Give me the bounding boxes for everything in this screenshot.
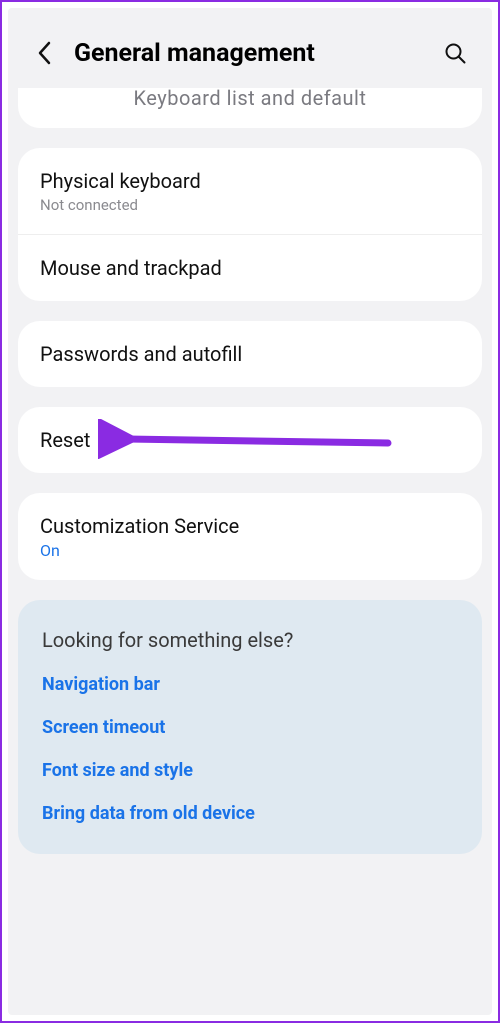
row-keyboard-list-default[interactable]: Keyboard list and default [18, 88, 482, 128]
card-passwords: Passwords and autofill [18, 321, 482, 387]
search-icon [443, 41, 467, 65]
link-bring-data[interactable]: Bring data from old device [42, 803, 458, 824]
row-title: Mouse and trackpad [40, 255, 460, 281]
screen: General management Keyboard list and def… [8, 8, 492, 1015]
row-subtitle: On [40, 541, 460, 560]
card-reset: Reset [18, 407, 482, 473]
link-navigation-bar[interactable]: Navigation bar [42, 674, 458, 695]
header-bar: General management [8, 8, 492, 78]
back-button[interactable] [28, 36, 62, 70]
row-passwords-autofill[interactable]: Passwords and autofill [18, 321, 482, 387]
card-keyboard-list: Keyboard list and default [18, 88, 482, 128]
row-title: Customization Service [40, 513, 460, 539]
chevron-left-icon [37, 41, 53, 65]
row-customization-service[interactable]: Customization Service On [18, 493, 482, 580]
content: Keyboard list and default Physical keybo… [8, 88, 492, 854]
row-title: Physical keyboard [40, 168, 460, 194]
page-title: General management [74, 39, 438, 68]
row-title: Passwords and autofill [40, 341, 460, 367]
card-looking-for: Looking for something else? Navigation b… [18, 600, 482, 854]
card-customization: Customization Service On [18, 493, 482, 580]
row-mouse-trackpad[interactable]: Mouse and trackpad [18, 234, 482, 301]
row-reset[interactable]: Reset [18, 407, 482, 473]
search-button[interactable] [438, 36, 472, 70]
info-heading: Looking for something else? [42, 628, 458, 652]
link-screen-timeout[interactable]: Screen timeout [42, 717, 458, 738]
row-physical-keyboard[interactable]: Physical keyboard Not connected [18, 148, 482, 234]
row-title: Reset [40, 427, 460, 453]
row-subtitle: Not connected [40, 196, 460, 214]
card-input-devices: Physical keyboard Not connected Mouse an… [18, 148, 482, 301]
link-font-size-style[interactable]: Font size and style [42, 760, 458, 781]
